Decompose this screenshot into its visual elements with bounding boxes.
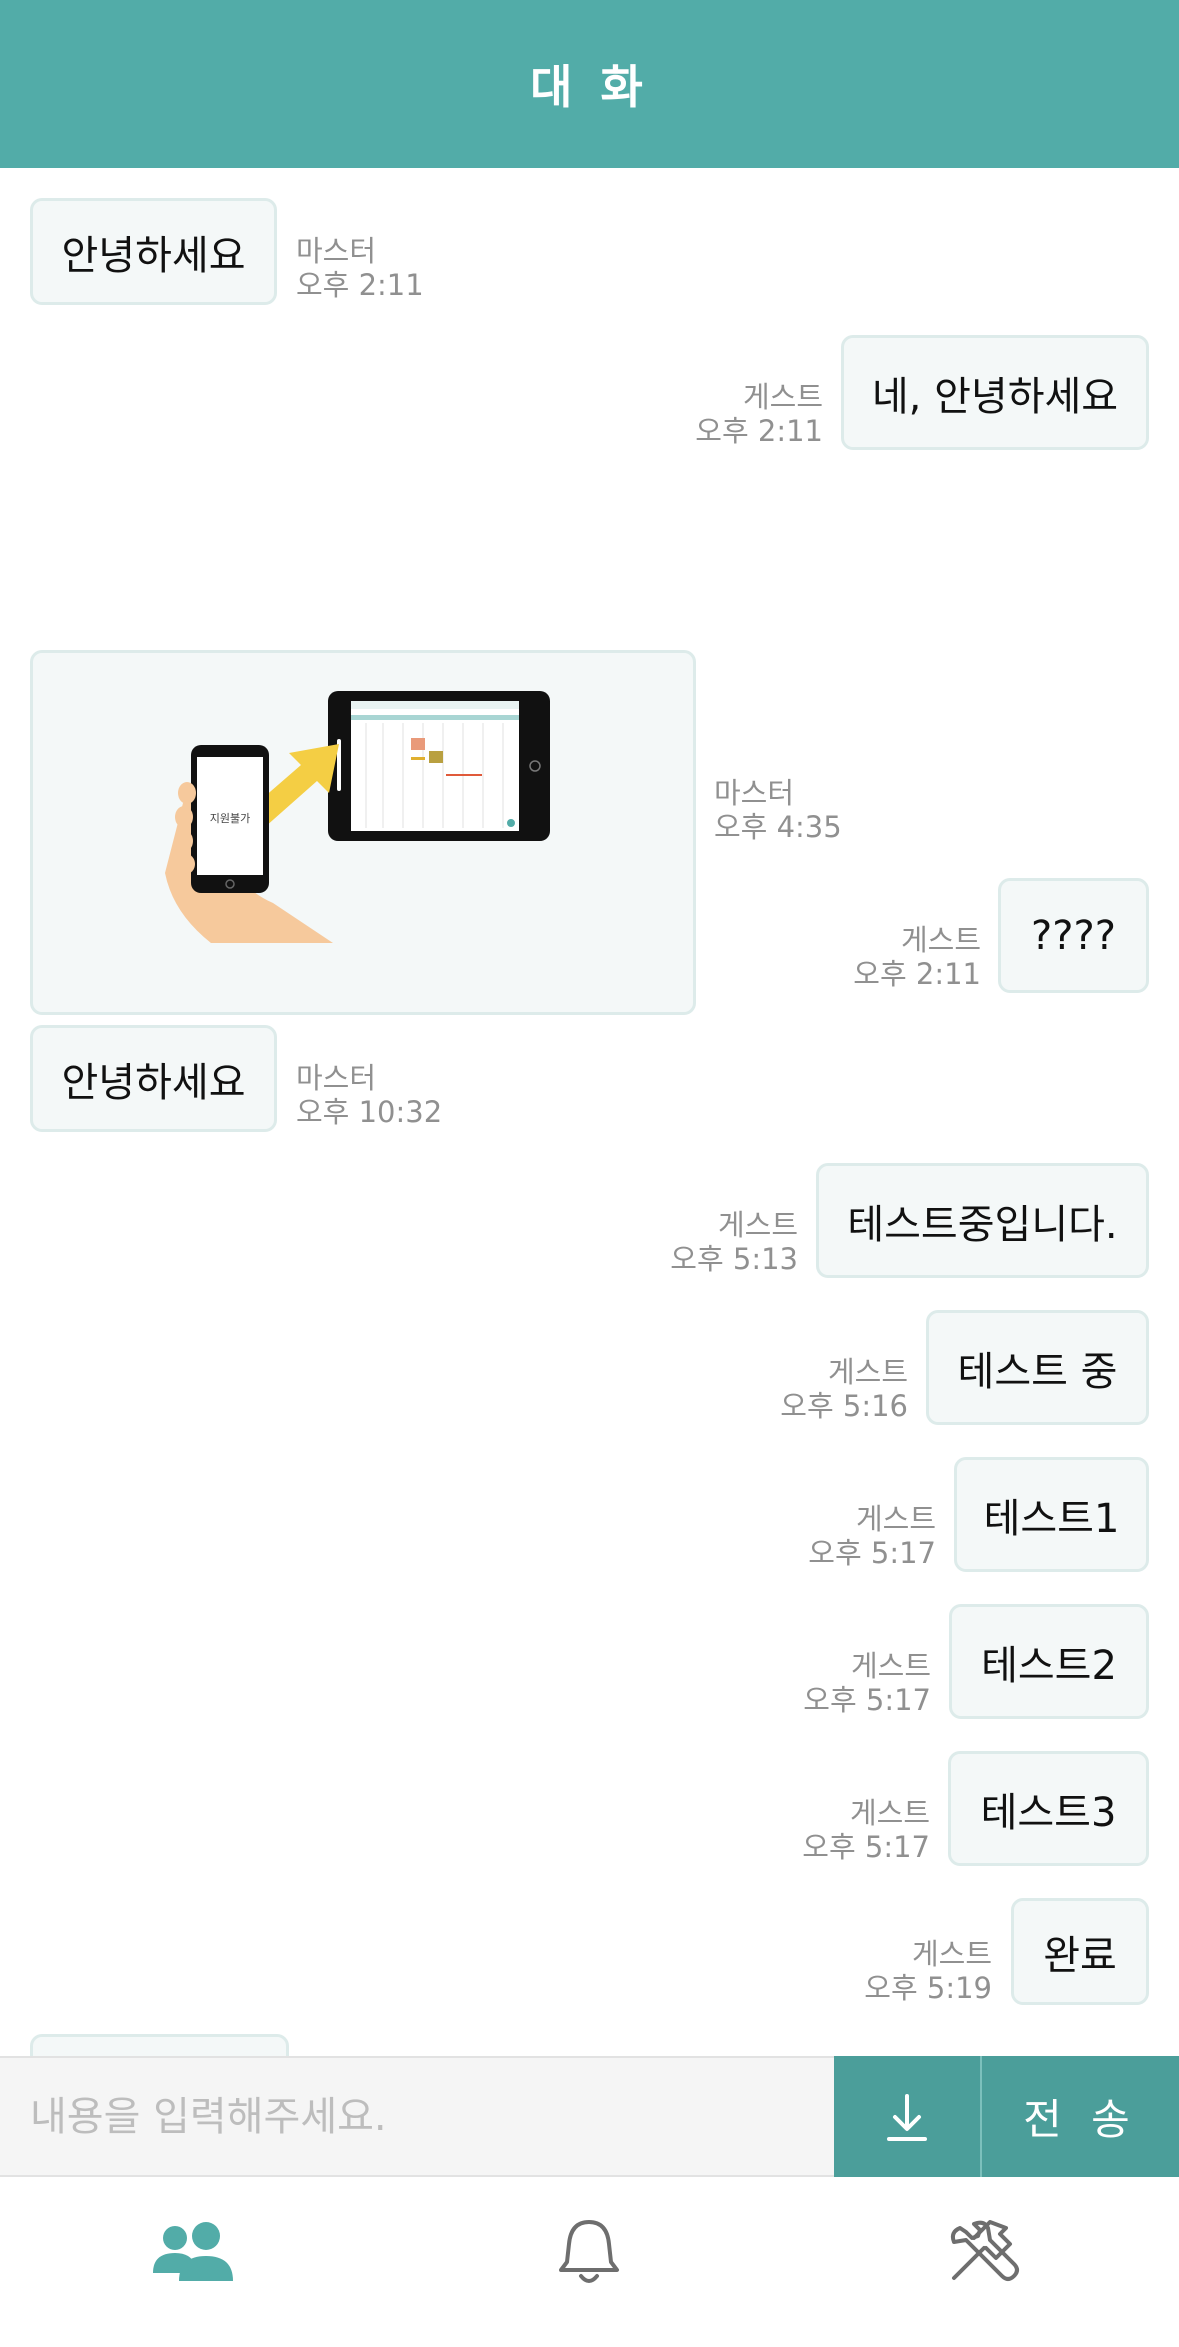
bell-icon <box>559 2220 619 2283</box>
message-bubble[interactable]: 테스트3 <box>948 1751 1149 1866</box>
message-meta: 게스트 오후 2:11 <box>695 380 823 448</box>
message-text: 완료 <box>1043 1932 1117 1979</box>
message-sender: 게스트 <box>900 923 981 957</box>
message-input[interactable] <box>0 2058 834 2175</box>
message-text: 테스트2 <box>981 1642 1117 1689</box>
message-time: 오후 2:11 <box>695 414 823 448</box>
message-meta: 게스트 오후 2:11 <box>853 923 981 991</box>
message-bubble[interactable]: 안녕하세요 <box>30 198 277 305</box>
message-bubble[interactable]: 테스트2 <box>949 1604 1149 1719</box>
download-icon <box>887 2093 927 2141</box>
message-text: 테스트3 <box>980 1789 1117 1836</box>
message-meta: 게스트 오후 5:17 <box>802 1796 930 1864</box>
message-sender: 게스트 <box>855 1502 936 1536</box>
message-sender: 게스트 <box>717 1208 798 1242</box>
tools-icon <box>950 2220 1019 2281</box>
send-button[interactable]: 전 송 <box>982 2056 1179 2177</box>
message-time: 오후 5:17 <box>802 1830 930 1864</box>
message-bubble[interactable]: 완료 <box>1011 1898 1149 2005</box>
message-sender: 게스트 <box>911 1937 992 1971</box>
composer-bar: 전 송 <box>0 2056 1179 2177</box>
message-meta: 게스트 오후 5:19 <box>864 1937 992 2005</box>
message-text: 안녕하세요 <box>61 232 246 279</box>
tab-notifications[interactable] <box>489 2177 689 2327</box>
message-bubble[interactable]: 테스트 중 <box>926 1310 1149 1425</box>
message-sender: 게스트 <box>849 1796 930 1830</box>
message-text: 테스트1 <box>983 1495 1120 1542</box>
message-meta: 게스트 오후 5:16 <box>780 1355 908 1423</box>
image-message[interactable]: 지원불가 <box>30 650 696 1015</box>
message-meta: 게스트 오후 5:13 <box>670 1208 798 1276</box>
message-text: 테스트 중 <box>957 1348 1118 1395</box>
tab-settings[interactable] <box>884 2177 1084 2327</box>
message-sender: 게스트 <box>827 1355 908 1389</box>
message-meta: 마스터 오후 10:32 <box>296 1061 442 1129</box>
message-meta: 마스터 오후 4:35 <box>714 776 842 844</box>
message-time: 오후 2:11 <box>296 268 424 302</box>
message-sender: 게스트 <box>850 1649 931 1683</box>
message-bubble[interactable]: 테스트1 <box>954 1457 1149 1572</box>
bottom-tab-bar <box>0 2177 1179 2347</box>
message-sender: 마스터 <box>296 234 377 268</box>
message-text: 안녕하세요 <box>61 1059 246 1106</box>
message-sender: 게스트 <box>742 380 823 414</box>
users-icon <box>153 2222 233 2281</box>
message-meta: 게스트 오후 5:17 <box>803 1649 931 1717</box>
message-time: 오후 5:13 <box>670 1242 798 1276</box>
message-text: 테스트중입니다. <box>847 1201 1118 1248</box>
message-time: 오후 2:11 <box>853 957 981 991</box>
message-text: 네, 안녕하세요 <box>871 373 1119 420</box>
message-bubble[interactable]: 테스트중입니다. <box>816 1163 1149 1278</box>
download-button[interactable] <box>834 2056 982 2177</box>
message-bubble[interactable]: 네, 안녕하세요 <box>841 335 1149 450</box>
message-time: 오후 5:17 <box>808 1536 936 1570</box>
message-sender: 마스터 <box>296 1061 377 1095</box>
chat-list[interactable]: 안녕하세요 마스터 오후 2:11 네, 안녕하세요 게스트 오후 2:11 지… <box>0 168 1179 2056</box>
page-title: 대 화 <box>530 60 649 114</box>
message-sender: 마스터 <box>714 776 795 810</box>
phone-screen-label: 지원불가 <box>210 812 250 825</box>
message-meta: 마스터 오후 2:11 <box>296 234 424 302</box>
message-bubble[interactable]: 안녕하세요 <box>30 1025 277 1132</box>
message-time: 오후 10:32 <box>296 1095 443 1129</box>
message-meta: 게스트 오후 5:17 <box>808 1502 936 1570</box>
phone-to-tablet-image: 지원불가 <box>165 691 550 943</box>
message-time: 오후 5:19 <box>864 1971 992 2005</box>
app-header: 대 화 <box>0 0 1179 168</box>
message-time: 오후 5:17 <box>803 1683 931 1717</box>
message-time: 오후 5:16 <box>780 1389 908 1423</box>
message-time: 오후 4:35 <box>714 810 842 844</box>
message-bubble-partial[interactable] <box>30 2034 289 2056</box>
message-text: ???? <box>1031 912 1116 959</box>
message-bubble[interactable]: ???? <box>998 878 1149 993</box>
tab-users[interactable] <box>94 2177 294 2327</box>
